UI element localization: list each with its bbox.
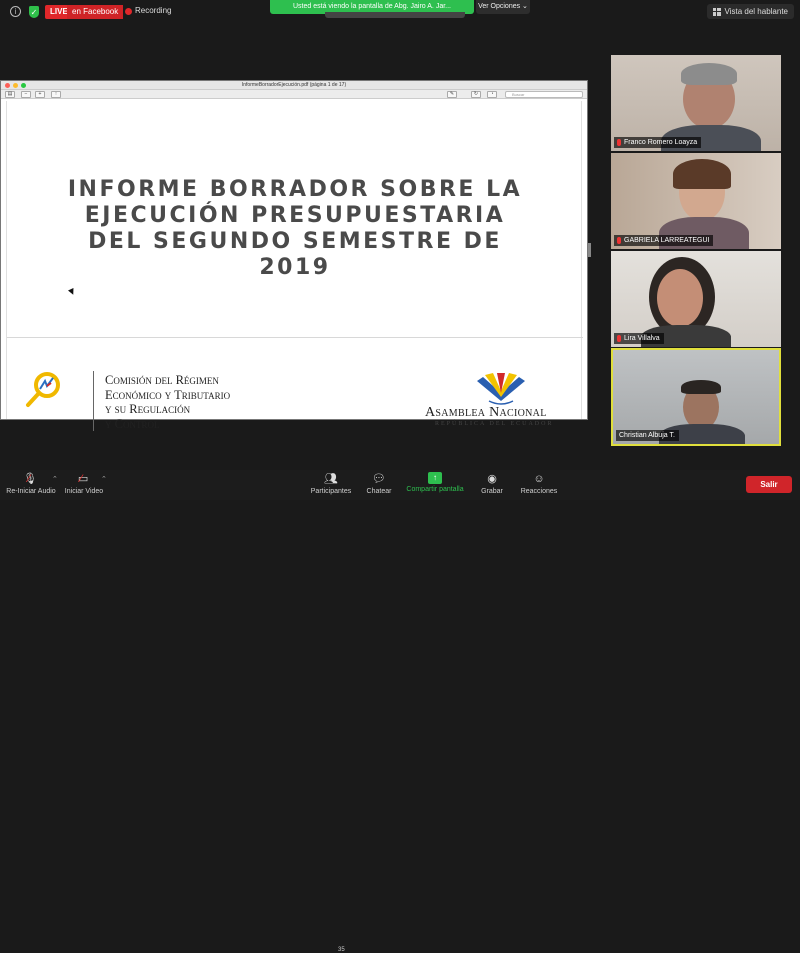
meeting-controls-bar: 🎙︎⁄ Re-Iniciar Audio ⌃ ▭⁄ Iniciar Video … (0, 470, 800, 953)
start-video-button[interactable]: ▭⁄ Iniciar Video (62, 472, 106, 495)
pdf-window-title: InformeBorradorEjecución.pdf (página 1 d… (241, 82, 347, 88)
document-title-line: 2019 (259, 255, 331, 280)
participant-face (657, 269, 703, 327)
participant-name: GABRIELA LARREATEGUI (624, 237, 710, 244)
pdf-toolbar: ▤ − + ↑ ✎ ↻ ◔ Buscar (1, 90, 587, 99)
shared-pdf-window: InformeBorradorEjecución.pdf (página 1 d… (0, 80, 588, 431)
unmute-audio-button[interactable]: 🎙︎⁄ Re-Iniciar Audio (4, 472, 58, 495)
asamblea-condor-icon (477, 373, 525, 405)
participant-hair (673, 159, 731, 189)
muted-mic-icon (617, 335, 621, 342)
share-icon[interactable]: ↑ (51, 91, 61, 98)
share-screen-icon: ↑ (428, 472, 442, 484)
participants-button-label: Participantes (310, 488, 352, 495)
panel-resize-handle[interactable] (588, 243, 591, 257)
leave-meeting-button[interactable]: Salir (746, 476, 792, 493)
comision-name-line: y su Regulación (105, 402, 191, 416)
comision-name: Comisión del Régimen Económico y Tributa… (105, 373, 230, 431)
rotate-icon[interactable]: ↻ (471, 91, 481, 98)
reactions-button-label: Reacciones (520, 488, 558, 495)
participant-tile[interactable]: Lira Villalva (611, 251, 781, 347)
muted-microphone-icon: 🎙︎⁄ (23, 473, 38, 485)
participant-name: Lira Villalva (624, 335, 660, 342)
document-title-line: INFORME BORRADOR SOBRE LA (67, 177, 523, 202)
republica-del-ecuador-label: REPÚBLICA DEL ECUADOR (435, 421, 554, 427)
record-button[interactable]: ◉ Grabar (476, 472, 508, 495)
speaker-view-label: Vista del hablante (724, 7, 788, 16)
meeting-top-bar: i ✓ LIVE en Facebook Recording Usted est… (0, 0, 800, 24)
reactions-button[interactable]: ☺ Reacciones (516, 472, 562, 495)
document-title-line: DEL SEGUNDO SEMESTRE DE (88, 229, 502, 254)
reaction-smiley-icon: ☺ (533, 473, 545, 485)
participants-count: 35 (338, 947, 345, 953)
screen-share-banner-shadow (325, 12, 465, 18)
info-icon[interactable]: i (10, 6, 21, 17)
audio-button-label: Re-Iniciar Audio (6, 488, 56, 495)
participant-hair (681, 63, 737, 85)
chat-bubble-icon: 💬︎ (372, 473, 386, 485)
zoom-out-icon[interactable]: − (21, 91, 31, 98)
record-icon: ◉ (487, 473, 497, 485)
participant-name: Franco Romero Loayza (624, 139, 698, 146)
share-screen-button[interactable]: ↑ Compartir pantalla (402, 472, 468, 493)
asamblea-nacional-wordmark: Asamblea Nacional (425, 405, 547, 420)
maximize-window-button[interactable] (21, 83, 26, 88)
audio-options-caret-icon[interactable]: ⌃ (52, 475, 58, 483)
participant-name-tag: Lira Villalva (614, 333, 664, 344)
grid-icon (712, 7, 721, 16)
mouse-cursor-icon (68, 288, 76, 296)
video-button-label: Iniciar Video (64, 488, 104, 495)
logo-divider-line (93, 371, 94, 431)
comision-name-line: y Control (105, 416, 160, 431)
participant-tile[interactable]: GABRIELA LARREATEGUI (611, 153, 781, 249)
comision-logo-icon (26, 372, 60, 407)
view-options-button[interactable]: Ver Opciones ⌄ (476, 0, 530, 14)
muted-mic-icon (617, 237, 621, 244)
participant-name-tag: Christian Albuja T. (616, 430, 679, 441)
annotate-icon[interactable]: ◔ (487, 91, 497, 98)
recording-dot-icon (125, 8, 132, 15)
comision-name-line: Comisión del Régimen (105, 373, 219, 387)
participant-name-tag: Franco Romero Loayza (614, 137, 702, 148)
video-options-caret-icon[interactable]: ⌃ (101, 475, 107, 483)
comision-name-line: Económico y Tributario (105, 387, 231, 402)
recording-label: Recording (135, 6, 172, 15)
document-divider (7, 337, 583, 338)
close-window-button[interactable] (5, 83, 10, 88)
markup-pen-icon[interactable]: ✎ (447, 91, 457, 98)
participant-tile[interactable]: Franco Romero Loayza (611, 55, 781, 151)
record-button-label: Grabar (481, 488, 503, 495)
speaker-view-button[interactable]: Vista del hablante (706, 4, 794, 19)
active-speaker-tile[interactable]: Christian Albuja T. (611, 348, 781, 446)
security-shield-icon[interactable]: ✓ (29, 6, 39, 18)
chat-button[interactable]: 💬︎ Chatear (362, 472, 396, 495)
participant-hair (681, 380, 721, 394)
minimize-window-button[interactable] (13, 83, 18, 88)
zoom-in-icon[interactable]: + (35, 91, 45, 98)
sidebar-toggle-icon[interactable]: ▤ (5, 91, 15, 98)
live-on-facebook-button[interactable]: en Facebook (67, 5, 124, 19)
document-title-line: EJECUCIÓN PRESUPUESTARIA (84, 203, 506, 228)
muted-mic-icon (617, 139, 621, 146)
share-button-label: Compartir pantalla (406, 486, 464, 493)
view-options-label: Ver Opciones (478, 3, 521, 10)
video-off-icon: ▭⁄ (77, 473, 89, 485)
chat-button-label: Chatear (366, 488, 392, 495)
pdf-title-bar: InformeBorradorEjecución.pdf (página 1 d… (1, 81, 587, 90)
window-controls (5, 83, 26, 88)
pdf-search-input[interactable]: Buscar (505, 91, 583, 98)
participants-icon: 👥︎ (324, 473, 338, 485)
participant-name-tag: GABRIELA LARREATEGUI (614, 235, 714, 246)
pdf-page: INFORME BORRADOR SOBRE LA EJECUCIÓN PRES… (6, 101, 583, 431)
participant-name: Christian Albuja T. (619, 432, 675, 439)
document-title: INFORME BORRADOR SOBRE LA EJECUCIÓN PRES… (27, 177, 563, 281)
participants-button[interactable]: 👥︎ Participantes (306, 472, 356, 495)
